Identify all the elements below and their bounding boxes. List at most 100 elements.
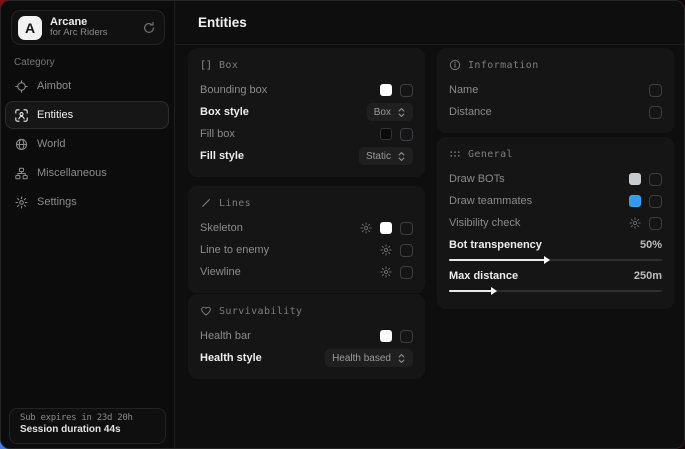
setting-label: Name [449,84,478,96]
setting-label: Visibility check [449,217,520,229]
setting-row-bounding-box: Bounding box [200,79,413,101]
bot-transparency-slider-group: Bot transpenency 50% [449,237,662,261]
color-swatch[interactable] [380,330,392,342]
slider-value: 50% [640,239,662,251]
panel-information-header: Information [449,59,662,71]
slider-thumb[interactable] [491,287,497,295]
sidebar-item-label: Settings [37,196,77,208]
panel-title: Lines [219,198,251,209]
slider-fill [449,259,545,261]
checkbox[interactable] [400,330,413,343]
box-style-dropdown[interactable]: Box [367,103,413,121]
panel-title: Information [468,60,539,71]
setting-label: Health bar [200,330,251,342]
bot-transparency-slider[interactable] [449,259,662,261]
desktop: A Arcane for Arc Riders Category [0,0,685,449]
unfold-icon [397,107,406,118]
refresh-icon[interactable] [142,21,156,35]
setting-row-visibility-check: Visibility check [449,212,662,234]
app-window: A Arcane for Arc Riders Category [0,0,685,449]
sub-expires-text: Sub expires in 23d 20h [20,413,155,423]
setting-label: Draw teammates [449,195,532,207]
page-title: Entities [198,15,247,30]
panel-lines: Lines Skeleton Line to enemy [188,186,425,293]
checkbox[interactable] [649,84,662,97]
panel-general: General Draw BOTs Draw teammates [437,137,674,309]
setting-row-line-to-enemy: Line to enemy [200,239,413,261]
app-subtitle: for Arc Riders [50,28,142,39]
color-swatch[interactable] [629,173,641,185]
slider-label: Bot transpenency [449,239,542,251]
sidebar: A Arcane for Arc Riders Category [1,1,175,448]
subscription-card: Sub expires in 23d 20h Session duration … [9,408,166,444]
sidebar-nav: Aimbot Entities World [5,72,169,216]
panel-box-header: Box [200,59,413,71]
setting-label: Box style [200,106,249,118]
dropdown-value: Static [366,151,391,162]
gear-icon [15,196,28,209]
panel-survivability: Survivability Health bar Health style He… [188,294,425,379]
max-distance-slider-group: Max distance 250m [449,268,662,292]
brackets-icon [200,59,212,71]
crosshair-icon [15,80,28,93]
sidebar-item-aimbot[interactable]: Aimbot [5,72,169,100]
slider-label: Max distance [449,270,518,282]
category-label: Category [14,57,55,68]
setting-label: Distance [449,106,492,118]
checkbox[interactable] [400,84,413,97]
sidebar-item-world[interactable]: World [5,130,169,158]
row-settings-gear-icon[interactable] [360,222,372,234]
row-settings-gear-icon[interactable] [629,217,641,229]
panel-information: Information Name Distance [437,48,674,133]
setting-row-health-bar: Health bar [200,325,413,347]
checkbox[interactable] [649,195,662,208]
slider-fill [449,290,492,292]
color-swatch[interactable] [629,195,641,207]
checkbox[interactable] [400,244,413,257]
health-style-dropdown[interactable]: Health based [325,349,413,367]
sidebar-item-label: World [37,138,66,150]
setting-row-health-style: Health style Health based [200,347,413,369]
checkbox[interactable] [400,128,413,141]
checkbox[interactable] [649,217,662,230]
app-logo: A [18,16,42,40]
max-distance-slider[interactable] [449,290,662,292]
sidebar-item-entities[interactable]: Entities [5,101,169,129]
panel-title: Survivability [219,306,302,317]
row-settings-gear-icon[interactable] [380,266,392,278]
setting-label: Health style [200,352,262,364]
fill-style-dropdown[interactable]: Static [359,147,413,165]
sidebar-item-label: Aimbot [37,80,71,92]
sidebar-item-miscellaneous[interactable]: Miscellaneous [5,159,169,187]
checkbox[interactable] [649,106,662,119]
setting-label: Draw BOTs [449,173,505,185]
setting-label: Viewline [200,266,241,278]
checkbox[interactable] [400,222,413,235]
dropdown-value: Box [374,107,391,118]
setting-row-viewline: Viewline [200,261,413,283]
panel-title: General [468,149,513,160]
color-swatch[interactable] [380,84,392,96]
panel-general-header: General [449,148,662,160]
dropdown-value: Health based [332,353,391,364]
setting-row-draw-teammates: Draw teammates [449,190,662,212]
unfold-icon [397,151,406,162]
row-settings-gear-icon[interactable] [380,244,392,256]
color-swatch[interactable] [380,128,392,140]
slider-value: 250m [634,270,662,282]
heart-icon [200,305,212,317]
setting-row-fill-box: Fill box [200,123,413,145]
color-swatch[interactable] [380,222,392,234]
sidebar-item-label: Miscellaneous [37,167,107,179]
sidebar-item-settings[interactable]: Settings [5,188,169,216]
session-duration-text: Session duration 44s [20,424,155,435]
checkbox[interactable] [400,266,413,279]
hierarchy-icon [15,167,28,180]
checkbox[interactable] [649,173,662,186]
page-header: Entities [175,1,684,45]
slider-thumb[interactable] [544,256,550,264]
panel-title: Box [219,60,238,71]
line-icon [200,197,212,209]
panel-survivability-header: Survivability [200,305,413,317]
app-brand-text: Arcane for Arc Riders [50,16,142,40]
